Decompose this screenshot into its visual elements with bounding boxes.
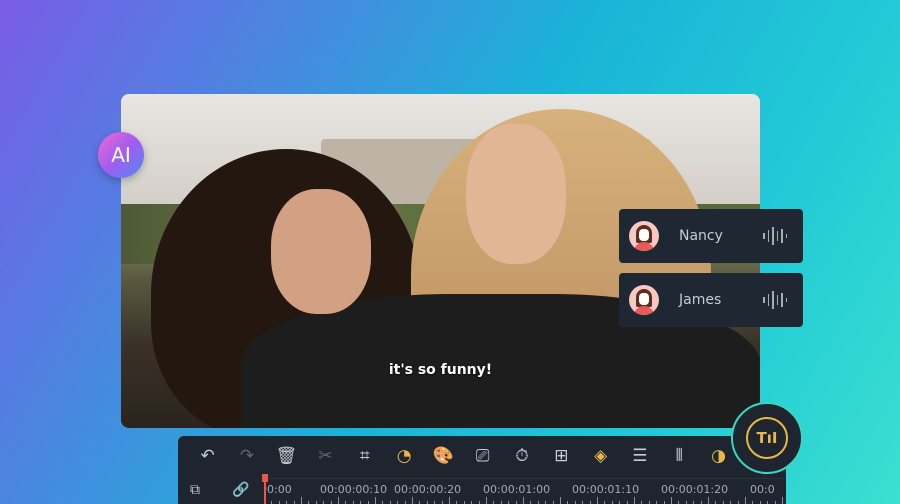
audio-split-icon[interactable]: ⦀	[660, 444, 699, 468]
waveform-icon	[763, 291, 787, 309]
ruler-tick	[523, 497, 524, 504]
ruler-tick	[560, 497, 561, 504]
ruler-tick	[301, 497, 302, 504]
adjust-icon[interactable]: ☰	[620, 444, 659, 468]
ruler-tick	[745, 497, 746, 504]
timeline[interactable]: ⧉ 🔗 00:00 00:00:00:10 00:00:00:20 00:00:01:…	[178, 474, 786, 504]
speaker-name: James	[679, 292, 722, 308]
ruler-tick	[634, 497, 635, 504]
timeline-ruler[interactable]: 00:00 00:00:00:10 00:00:00:20 00:00:01:00 00…	[264, 478, 786, 504]
crop-icon[interactable]: ⌗	[345, 444, 384, 468]
ruler-tick	[449, 497, 450, 504]
redo-icon[interactable]: ↷	[227, 444, 266, 468]
ai-badge: AI	[98, 132, 144, 178]
timecode-label: 00:00	[264, 483, 292, 496]
delete-icon[interactable]: 🗑	[267, 444, 306, 468]
timecode-label: 00:00:00:20	[394, 483, 462, 496]
waveform-icon	[763, 227, 787, 245]
ruler-tick	[708, 497, 709, 504]
subtitle-caption: it's so funny!	[388, 362, 493, 378]
cut-icon[interactable]: ✂	[306, 444, 345, 468]
keyframe-icon[interactable]: ◈	[581, 444, 620, 468]
presentation-icon[interactable]: ⎚	[463, 444, 502, 468]
timecode-label: 00:00:00:10	[320, 483, 388, 496]
avatar	[629, 285, 659, 315]
editor-toolbar-panel: ↶↷🗑✂⌗◔🎨⎚⏱⊞◈☰⦀◑ ⧉ 🔗 00:0000:00:00:1000:00…	[178, 436, 786, 504]
playhead[interactable]	[262, 474, 268, 504]
timecode-label: 00:00:01:20	[661, 483, 729, 496]
timecode-label: 00:0	[750, 483, 775, 496]
speaker-card-james[interactable]: James	[619, 273, 803, 327]
timecode-label: 00:00:01:00	[483, 483, 551, 496]
timer-icon[interactable]: ⏱	[502, 444, 541, 468]
color-icon[interactable]: 🎨	[424, 444, 463, 468]
speaker-name: Nancy	[679, 228, 723, 244]
timecode-label: 00:00:01:10	[572, 483, 640, 496]
speed-icon[interactable]: ◔	[384, 444, 423, 468]
ruler-tick	[671, 497, 672, 504]
ruler-tick	[338, 497, 339, 504]
ruler-tick	[782, 497, 783, 504]
speech-to-text-badge[interactable]: TıI	[731, 402, 803, 474]
text-audio-icon: TıI	[746, 417, 788, 459]
ruler-tick	[375, 497, 376, 504]
avatar	[629, 221, 659, 251]
focus-icon[interactable]: ⊞	[542, 444, 581, 468]
ruler-tick	[486, 497, 487, 504]
add-track-icon[interactable]: ⧉	[190, 482, 200, 498]
speaker-card-nancy[interactable]: Nancy	[619, 209, 803, 263]
undo-icon[interactable]: ↶	[188, 444, 227, 468]
ruler-tick	[412, 497, 413, 504]
ruler-tick	[597, 497, 598, 504]
link-icon[interactable]: 🔗	[232, 482, 249, 498]
